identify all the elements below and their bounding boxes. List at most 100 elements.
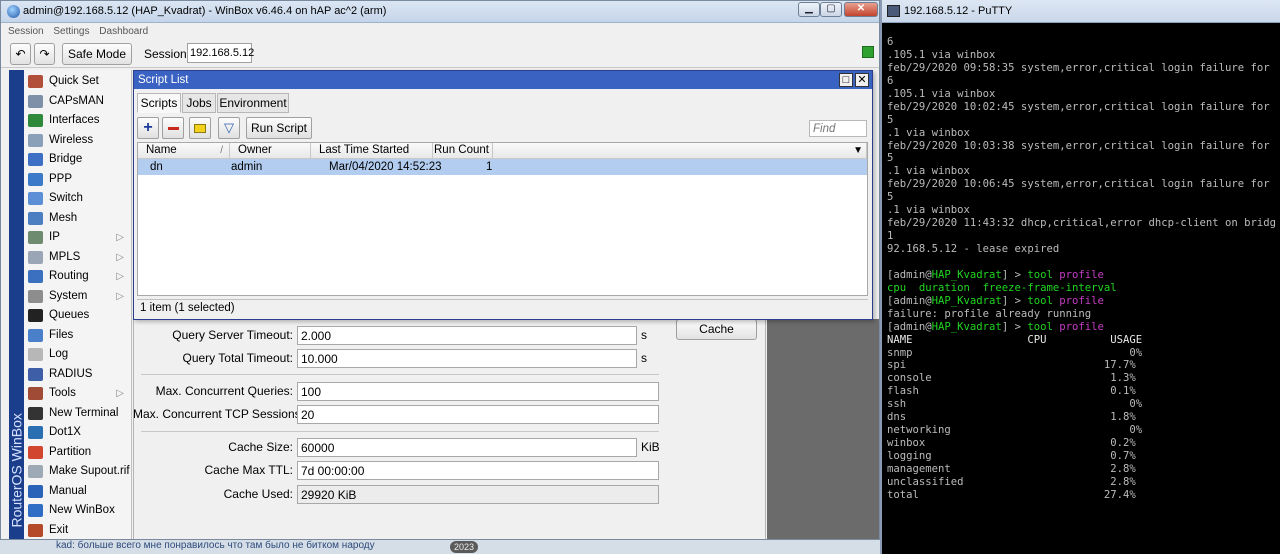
terminal-output[interactable]: 6.105.1 via winbox feb/29/2020 09:58:35 s…: [887, 36, 1280, 502]
sidebar-item-new-terminal[interactable]: New Terminal: [24, 404, 132, 424]
ip-icon: [28, 231, 43, 244]
redo-icon: ↷: [39, 47, 50, 61]
safe-mode-button[interactable]: Safe Mode: [62, 43, 132, 65]
menu-dashboard[interactable]: Dashboard: [99, 26, 148, 37]
dns-field-value[interactable]: 60000: [297, 438, 637, 457]
sidebar-item-exit[interactable]: Exit: [24, 521, 132, 540]
terminal-segment: [admin@: [887, 268, 932, 281]
cache-button[interactable]: Cache: [676, 319, 757, 340]
sidebar-item-routing[interactable]: Routing ▷: [24, 267, 132, 287]
terminal-line: unclassified 2.8%: [887, 476, 1280, 489]
log-icon: [28, 348, 43, 361]
sidebar-item-label: Partition: [49, 445, 92, 458]
sidebar-item-queues[interactable]: Queues: [24, 306, 132, 326]
remove-button[interactable]: [162, 117, 184, 139]
submenu-arrow-icon: ▷: [116, 271, 124, 282]
tab-scripts[interactable]: Scripts: [137, 93, 181, 113]
sidebar-item-log[interactable]: Log: [24, 345, 132, 365]
sidebar-item-partition[interactable]: Partition: [24, 443, 132, 463]
menu-settings[interactable]: Settings: [53, 26, 89, 37]
dns-field-value[interactable]: 7d 00:00:00: [297, 461, 659, 480]
redo-button[interactable]: ↷: [34, 43, 55, 65]
filter-button[interactable]: ▽: [218, 117, 240, 139]
sidebar-item-mpls[interactable]: MPLS ▷: [24, 248, 132, 268]
window-close-button[interactable]: ✕: [855, 73, 869, 87]
sidebar-item-quick-set[interactable]: Quick Set: [24, 72, 132, 92]
sidebar-item-capsman[interactable]: CAPsMAN: [24, 92, 132, 112]
sidebar-item-label: New Terminal: [49, 406, 119, 419]
putty-title: 192.168.5.12 - PuTTY: [904, 5, 1013, 17]
undo-button[interactable]: ↶: [10, 43, 31, 65]
bridge-icon: [28, 153, 43, 166]
terminal-segment: console 1.3%: [887, 372, 1136, 385]
dns-field-value[interactable]: 100: [297, 382, 659, 401]
sidebar-item-label: Dot1X: [49, 426, 81, 438]
sidebar-item-make-supout-rif[interactable]: Make Supout.rif: [24, 462, 132, 482]
sidebar-item-tools[interactable]: Tools ▷: [24, 384, 132, 404]
column-header-name[interactable]: Name /: [138, 143, 230, 159]
add-button[interactable]: +: [137, 117, 159, 139]
cell-owner: admin: [231, 161, 263, 173]
run-script-button[interactable]: Run Script: [246, 117, 312, 139]
minus-icon: [167, 127, 179, 131]
sidebar-item-label: Routing: [49, 270, 89, 282]
sidebar-item-ppp[interactable]: PPP: [24, 170, 132, 190]
sidebar-item-files[interactable]: Files: [24, 326, 132, 346]
sidebar-item-manual[interactable]: Manual: [24, 482, 132, 502]
terminal-line: .1 via winbox: [887, 165, 1280, 178]
sidebar-item-bridge[interactable]: Bridge: [24, 150, 132, 170]
terminal-segment: NAME CPU USAGE: [887, 333, 1143, 346]
sidebar-item-ip[interactable]: IP ▷: [24, 228, 132, 248]
terminal-line: feb/29/2020 09:58:35 system,error,critic…: [887, 62, 1280, 75]
column-header-run-count[interactable]: Run Count: [433, 143, 493, 159]
putty-title-bar[interactable]: 192.168.5.12 - PuTTY: [882, 0, 1280, 23]
terminal-line: feb/29/2020 10:03:38 system,error,critic…: [887, 140, 1280, 153]
sidebar-item-label: Make Supout.rif: [49, 465, 130, 477]
manual-icon: [28, 484, 43, 498]
terminal-line: flash 0.1%: [887, 385, 1280, 398]
terminal-segment: 92.168.5.12 - lease expired: [887, 243, 1060, 255]
column-header-last-time-started[interactable]: Last Time Started: [311, 143, 433, 159]
terminal-segment: flash 0.1%: [887, 385, 1136, 398]
terminal-line: ssh 0%: [887, 398, 1280, 411]
files-icon: [28, 328, 43, 342]
column-header-owner[interactable]: Owner: [230, 143, 311, 159]
dns-field-label: Cache Size:: [228, 440, 293, 454]
column-header-filler: ▼: [493, 143, 867, 159]
window-restore-button[interactable]: □: [839, 73, 853, 87]
sidebar-item-switch[interactable]: Switch: [24, 189, 132, 209]
sidebar-item-system[interactable]: System ▷: [24, 287, 132, 307]
sidebar-item-label: IP: [49, 231, 60, 243]
submenu-arrow-icon: ▷: [116, 251, 124, 263]
terminal-line: snmp 0%: [887, 347, 1280, 360]
table-row[interactable]: dn admin Mar/04/2020 14:52:23 1: [138, 159, 867, 175]
dns-field-value[interactable]: 20: [297, 405, 659, 424]
sidebar-item-interfaces[interactable]: Interfaces: [24, 111, 132, 131]
columns-dropdown-icon[interactable]: ▼: [853, 143, 863, 158]
terminal-segment: tool: [1027, 320, 1053, 333]
sidebar-item-wireless[interactable]: Wireless: [24, 131, 132, 151]
sidebar-item-radius[interactable]: RADIUS: [24, 365, 132, 385]
find-input[interactable]: [809, 120, 867, 137]
terminal-line: .105.1 via winbox: [887, 49, 1280, 62]
winbox-title-bar[interactable]: admin@192.168.5.12 (HAP_Kvadrat) - WinBo…: [1, 1, 879, 23]
terminal-segment: ] >: [1001, 294, 1028, 307]
dns-field-value[interactable]: 10.000: [297, 349, 637, 368]
tab-environment[interactable]: Environment: [217, 93, 289, 113]
dns-field-value[interactable]: 2.000: [297, 326, 637, 345]
maximize-button[interactable]: ▢: [820, 2, 842, 17]
terminal-segment: ] >: [1001, 320, 1028, 333]
close-button[interactable]: ✕: [844, 2, 878, 17]
minimize-button[interactable]: ▁: [798, 2, 820, 17]
dns-field-value: 29920 KiB: [297, 485, 659, 504]
sidebar-item-new-winbox[interactable]: New WinBox: [24, 501, 132, 521]
terminal-segment: HAP_Kvadrat: [931, 320, 1002, 333]
comment-button[interactable]: [189, 117, 211, 139]
terminal-line: feb/29/2020 10:06:45 system,error,critic…: [887, 178, 1280, 191]
tab-jobs[interactable]: Jobs: [182, 93, 216, 113]
terminal-segment: feb/29/2020 10:03:38 system,error,critic…: [887, 139, 1270, 152]
menu-session[interactable]: Session: [8, 26, 44, 37]
sidebar-item-dot1x[interactable]: Dot1X: [24, 423, 132, 443]
sidebar-item-mesh[interactable]: Mesh: [24, 209, 132, 229]
script-list-title-bar[interactable]: Script List □ ✕: [134, 71, 872, 89]
